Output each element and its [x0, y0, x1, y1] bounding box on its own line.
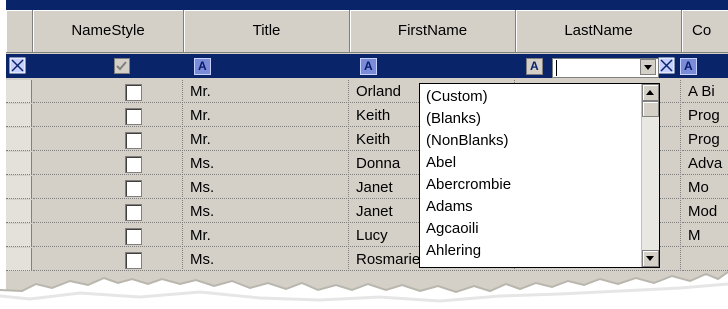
torn-paper-edge [0, 0, 728, 309]
grid-screenshot: NameStyle Title FirstName LastName Co A … [0, 0, 728, 309]
